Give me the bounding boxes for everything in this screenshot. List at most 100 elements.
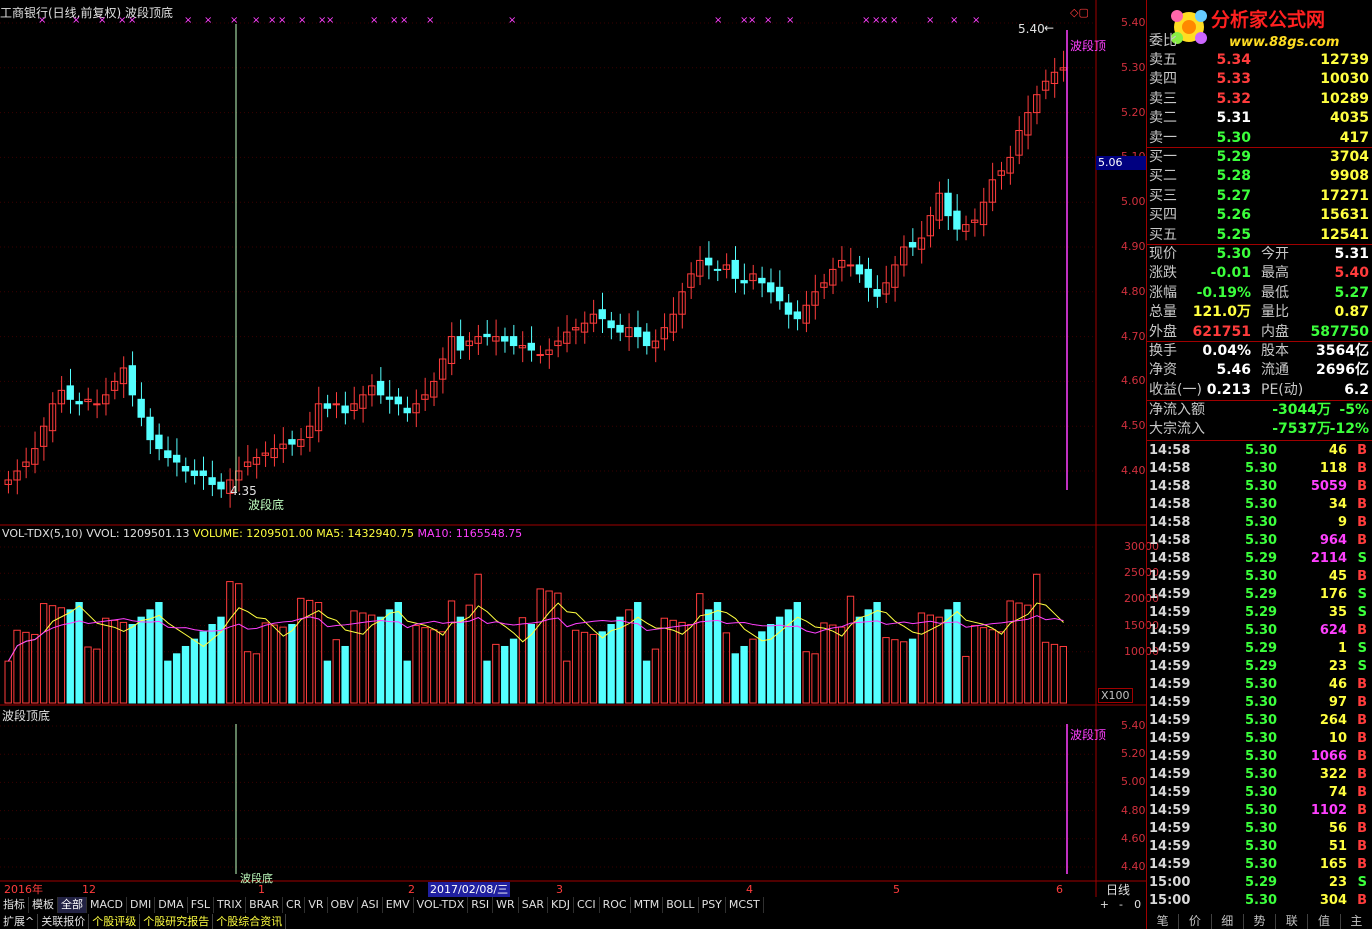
volume-bar — [1050, 643, 1059, 704]
indicator-tab[interactable]: OBV — [328, 897, 358, 913]
indicator-tab[interactable]: MCST — [726, 897, 764, 913]
candle — [944, 192, 952, 217]
candle — [483, 333, 491, 338]
indicator-tab[interactable]: KDJ — [548, 897, 574, 913]
indicator-tab[interactable]: RSI — [468, 897, 494, 913]
tick-side: B — [1357, 893, 1367, 908]
tick-price: 5.30 — [1245, 803, 1278, 818]
volume-bar — [119, 621, 128, 704]
tick-time: 14:58 — [1149, 533, 1191, 548]
period-button[interactable]: 日线 — [1106, 881, 1130, 898]
candle — [536, 354, 544, 357]
tick-time: 14:58 — [1149, 443, 1191, 458]
candle — [731, 259, 739, 279]
asks-row: 卖一 5.30 417 — [1149, 129, 1371, 148]
quote-tab[interactable]: 主 — [1341, 914, 1372, 929]
quote-tab[interactable]: 势 — [1244, 914, 1277, 929]
date-axis[interactable]: 2016年 12 1 2 2017/02/08/三 3 4 5 6 — [0, 882, 1096, 897]
volume-bar — [84, 646, 92, 704]
zoom-reset-button[interactable]: 0 — [1129, 897, 1146, 913]
indicator-tab[interactable]: BOLL — [663, 897, 699, 913]
volume-bar — [997, 631, 1005, 704]
stat-label: 今开 — [1261, 246, 1289, 262]
diamond-icon[interactable]: ◇▢ — [1070, 6, 1089, 19]
candle — [385, 396, 394, 400]
quote-tab[interactable]: 联 — [1276, 914, 1309, 929]
asks-volume: 10030 — [1320, 71, 1369, 88]
bottom-signal-label: 波段底 — [248, 498, 285, 512]
volume-bar — [554, 592, 562, 704]
indicator-tab[interactable]: CCI — [574, 897, 600, 913]
stat-label: 外盘 — [1149, 323, 1177, 340]
quote-tabs: 笔价细势联值主 — [1147, 914, 1372, 929]
indicator-tab[interactable]: SAR — [519, 897, 549, 913]
stock-news-link[interactable]: 个股综合资讯 — [213, 914, 287, 929]
stock-rating-link[interactable]: 个股评级 — [89, 914, 141, 929]
volume-bar — [57, 607, 66, 704]
indicator-tab[interactable]: VOL-TDX — [414, 897, 469, 913]
zoom-in-button[interactable]: + — [1096, 897, 1113, 913]
indicator-tab[interactable]: WR — [493, 897, 519, 913]
research-report-link[interactable]: 个股研究报告 — [140, 914, 214, 929]
indicator-tab[interactable]: BRAR — [246, 897, 284, 913]
indicator-tab[interactable]: 全部 — [58, 897, 87, 913]
flow-label: 净流入额 — [1149, 402, 1205, 418]
indicator-tab[interactable]: DMI — [127, 897, 156, 913]
stat-row: 涨幅 -0.19% 最低 5.27 — [1149, 284, 1371, 303]
bids-price: 5.29 — [1216, 149, 1251, 165]
volume-bar — [350, 610, 358, 704]
tick-row: 14:59 5.30 165 B — [1149, 856, 1371, 874]
stat-label: 量比 — [1261, 304, 1289, 321]
volume-bar — [102, 617, 110, 704]
indicator-axis-label: 4.80 — [1121, 803, 1146, 817]
indicator-tab[interactable]: DMA — [155, 897, 188, 913]
indicator-tab[interactable]: 指标 — [0, 897, 29, 913]
tick-side: B — [1357, 857, 1367, 872]
tick-row: 14:59 5.29 176 S — [1149, 586, 1371, 604]
tick-row: 14:59 5.30 624 B — [1149, 622, 1371, 640]
quote-tab[interactable]: 价 — [1179, 914, 1212, 929]
volume-bar — [962, 655, 970, 704]
candle — [341, 405, 349, 414]
indicator-tab[interactable]: PSY — [699, 897, 726, 913]
indicator-tab[interactable]: FSL — [188, 897, 214, 913]
indicator-tab[interactable]: ROC — [600, 897, 631, 913]
quote-tab[interactable]: 笔 — [1147, 914, 1180, 929]
tick-price: 5.30 — [1245, 443, 1278, 458]
volume-bar — [341, 645, 349, 704]
stat-row: 总量 121.0万 量比 0.87 — [1149, 303, 1371, 322]
volume-bar — [501, 645, 509, 704]
related-quotes-link[interactable]: 关联报价 — [38, 914, 90, 929]
indicator-tab[interactable]: VR — [305, 897, 328, 913]
stat-value: 5.31 — [1334, 246, 1369, 262]
candle — [208, 477, 216, 485]
tick-price: 5.30 — [1245, 839, 1278, 854]
zoom-out-button[interactable]: - — [1113, 897, 1130, 913]
indicator-tab[interactable]: EMV — [383, 897, 414, 913]
quote-tab[interactable]: 细 — [1212, 914, 1244, 929]
indicator-tabs: 指标 模板 全部 MACD DMI DMA FSL TRIX BRAR CR VR OBV ASI EMV… — [0, 897, 1096, 913]
volume-bar — [465, 604, 473, 704]
indicator-tab[interactable]: 模板 — [29, 897, 58, 913]
volume-bar — [164, 660, 172, 704]
tick-volume: 624 — [1319, 623, 1347, 638]
bids-row: 买四 5.26 15631 — [1149, 206, 1371, 225]
indicator-tab[interactable]: ASI — [358, 897, 383, 913]
volume-bar — [456, 616, 465, 704]
chart-canvas[interactable]: × × × × × × × × × × × × × × × × × × × × × × × × × × × × × × × — [0, 0, 1146, 929]
volume-bar — [75, 602, 83, 704]
volume-bar — [4, 660, 12, 704]
volume-bar — [403, 660, 411, 704]
tick-row: 14:59 5.30 45 B — [1149, 568, 1371, 586]
indicator-tab[interactable]: MTM — [631, 897, 664, 913]
stat-label: 净资 — [1149, 362, 1177, 379]
indicator-tab[interactable]: TRIX — [214, 897, 247, 913]
quote-tab[interactable]: 值 — [1308, 914, 1341, 929]
indicator-axis-label: 5.40 — [1121, 719, 1146, 732]
date-month: 5 — [893, 883, 900, 896]
stat-label: PE(动) — [1261, 381, 1304, 398]
indicator-tab[interactable]: MACD — [87, 897, 127, 913]
indicator-tab[interactable]: CR — [283, 897, 306, 913]
volume-bar — [758, 631, 766, 704]
expand-button[interactable]: 扩展^ — [0, 914, 39, 929]
